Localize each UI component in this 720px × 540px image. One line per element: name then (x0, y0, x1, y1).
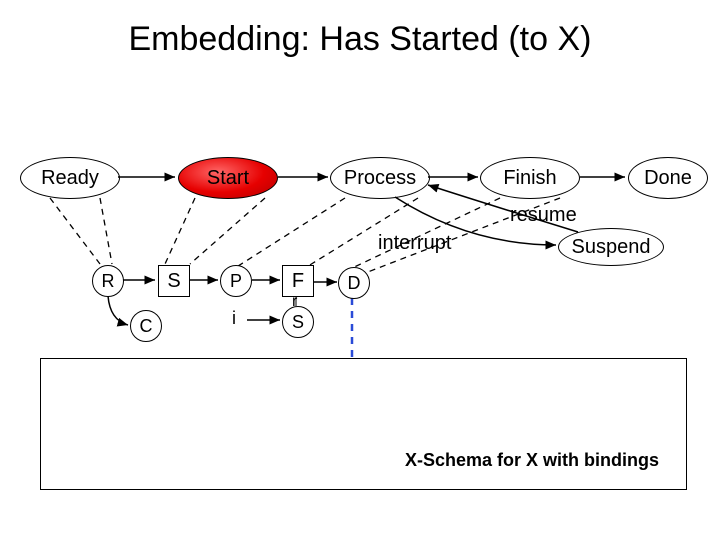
caption-text: X-Schema for X with bindings (405, 450, 659, 471)
subnode-S: S (158, 265, 190, 297)
node-suspend: Suspend (558, 228, 664, 266)
node-ready: Ready (20, 157, 120, 199)
subnode-F: F (282, 265, 314, 297)
node-done: Done (628, 157, 708, 199)
subnode-P: P (220, 265, 252, 297)
subnode-Ssub: S (282, 306, 314, 338)
subnode-C: C (130, 310, 162, 342)
subnode-R: R (92, 265, 124, 297)
label-i: i (232, 308, 236, 329)
node-start: Start (178, 157, 278, 199)
node-finish: Finish (480, 157, 580, 199)
label-resume: resume (510, 204, 577, 227)
page-title: Embedding: Has Started (to X) (0, 20, 720, 59)
label-interrupt: interrupt (378, 232, 451, 255)
subnode-D: D (338, 267, 370, 299)
node-process: Process (330, 157, 430, 199)
